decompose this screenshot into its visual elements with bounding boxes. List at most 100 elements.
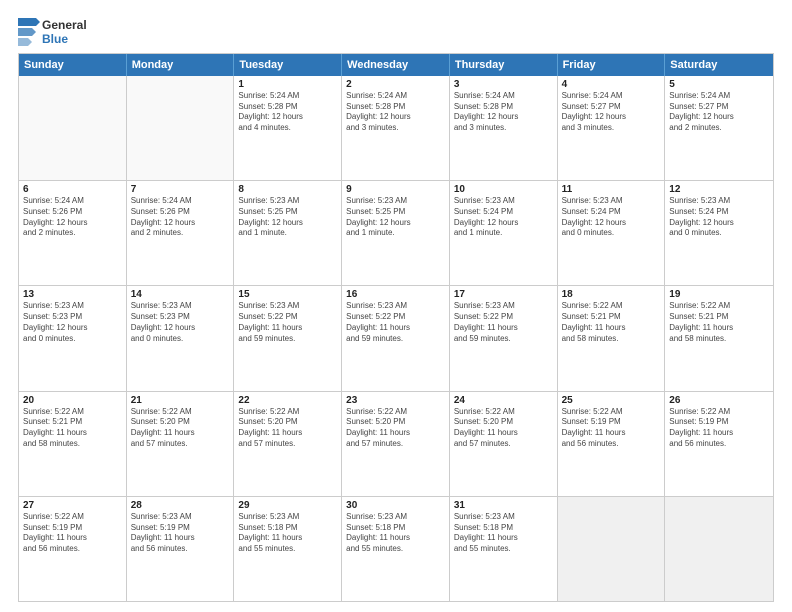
cell-text-line: Sunrise: 5:23 AM bbox=[131, 512, 230, 523]
cell-text-line: and 57 minutes. bbox=[346, 439, 445, 450]
cell-text-line: Sunrise: 5:23 AM bbox=[238, 301, 337, 312]
logo-text: General Blue bbox=[42, 18, 87, 47]
header-row: General Blue bbox=[18, 14, 774, 47]
calendar-cell bbox=[19, 76, 127, 180]
cell-text-line: Sunset: 5:25 PM bbox=[238, 207, 337, 218]
cell-text-line: Sunrise: 5:24 AM bbox=[238, 91, 337, 102]
cell-text-line: Sunset: 5:26 PM bbox=[131, 207, 230, 218]
cell-text-line: Daylight: 12 hours bbox=[131, 218, 230, 229]
day-number: 15 bbox=[238, 289, 337, 300]
cell-text-line: and 59 minutes. bbox=[454, 334, 553, 345]
cell-text-line: Sunset: 5:23 PM bbox=[23, 312, 122, 323]
logo-blue: Blue bbox=[42, 32, 87, 46]
day-number: 13 bbox=[23, 289, 122, 300]
logo: General Blue bbox=[18, 18, 87, 47]
calendar-cell: 11Sunrise: 5:23 AMSunset: 5:24 PMDayligh… bbox=[558, 181, 666, 285]
day-number: 1 bbox=[238, 79, 337, 90]
calendar-cell: 21Sunrise: 5:22 AMSunset: 5:20 PMDayligh… bbox=[127, 392, 235, 496]
calendar-cell: 19Sunrise: 5:22 AMSunset: 5:21 PMDayligh… bbox=[665, 286, 773, 390]
day-number: 3 bbox=[454, 79, 553, 90]
cell-text-line: Sunrise: 5:24 AM bbox=[23, 196, 122, 207]
calendar-cell: 18Sunrise: 5:22 AMSunset: 5:21 PMDayligh… bbox=[558, 286, 666, 390]
day-number: 16 bbox=[346, 289, 445, 300]
cell-text-line: and 3 minutes. bbox=[454, 123, 553, 134]
header-day-monday: Monday bbox=[127, 54, 235, 76]
cell-text-line: and 55 minutes. bbox=[238, 544, 337, 555]
cell-text-line: Daylight: 12 hours bbox=[669, 218, 769, 229]
cell-text-line: Sunset: 5:20 PM bbox=[454, 417, 553, 428]
day-number: 7 bbox=[131, 184, 230, 195]
cell-text-line: Sunset: 5:22 PM bbox=[454, 312, 553, 323]
cell-text-line: Daylight: 12 hours bbox=[562, 218, 661, 229]
cell-text-line: Daylight: 12 hours bbox=[23, 323, 122, 334]
cell-text-line: and 0 minutes. bbox=[669, 228, 769, 239]
header-day-sunday: Sunday bbox=[19, 54, 127, 76]
cell-text-line: and 56 minutes. bbox=[23, 544, 122, 555]
cell-text-line: and 3 minutes. bbox=[346, 123, 445, 134]
logo-general: General bbox=[42, 18, 87, 32]
cell-text-line: Daylight: 11 hours bbox=[131, 428, 230, 439]
calendar-cell: 15Sunrise: 5:23 AMSunset: 5:22 PMDayligh… bbox=[234, 286, 342, 390]
cell-text-line: and 0 minutes. bbox=[562, 228, 661, 239]
cell-text-line: Daylight: 11 hours bbox=[562, 323, 661, 334]
calendar-cell: 14Sunrise: 5:23 AMSunset: 5:23 PMDayligh… bbox=[127, 286, 235, 390]
cell-text-line: Sunset: 5:21 PM bbox=[562, 312, 661, 323]
cell-text-line: Sunset: 5:21 PM bbox=[669, 312, 769, 323]
cell-text-line: Sunset: 5:18 PM bbox=[454, 523, 553, 534]
cell-text-line: Sunrise: 5:23 AM bbox=[23, 301, 122, 312]
day-number: 17 bbox=[454, 289, 553, 300]
cell-text-line: Sunset: 5:19 PM bbox=[131, 523, 230, 534]
cell-text-line: Sunrise: 5:22 AM bbox=[346, 407, 445, 418]
cell-text-line: Sunset: 5:25 PM bbox=[346, 207, 445, 218]
cell-text-line: Daylight: 12 hours bbox=[238, 112, 337, 123]
cell-text-line: Sunset: 5:28 PM bbox=[346, 102, 445, 113]
calendar-cell: 8Sunrise: 5:23 AMSunset: 5:25 PMDaylight… bbox=[234, 181, 342, 285]
cell-text-line: Daylight: 11 hours bbox=[238, 533, 337, 544]
cell-text-line: Sunset: 5:20 PM bbox=[131, 417, 230, 428]
cell-text-line: and 57 minutes. bbox=[238, 439, 337, 450]
day-number: 6 bbox=[23, 184, 122, 195]
calendar-cell: 10Sunrise: 5:23 AMSunset: 5:24 PMDayligh… bbox=[450, 181, 558, 285]
day-number: 4 bbox=[562, 79, 661, 90]
calendar-cell: 25Sunrise: 5:22 AMSunset: 5:19 PMDayligh… bbox=[558, 392, 666, 496]
calendar-cell bbox=[127, 76, 235, 180]
calendar-cell: 24Sunrise: 5:22 AMSunset: 5:20 PMDayligh… bbox=[450, 392, 558, 496]
day-number: 20 bbox=[23, 395, 122, 406]
cell-text-line: and 4 minutes. bbox=[238, 123, 337, 134]
cell-text-line: Daylight: 12 hours bbox=[562, 112, 661, 123]
cell-text-line: and 2 minutes. bbox=[669, 123, 769, 134]
cell-text-line: Daylight: 11 hours bbox=[23, 428, 122, 439]
calendar-cell: 7Sunrise: 5:24 AMSunset: 5:26 PMDaylight… bbox=[127, 181, 235, 285]
cell-text-line: and 56 minutes. bbox=[131, 544, 230, 555]
cell-text-line: Sunset: 5:20 PM bbox=[346, 417, 445, 428]
day-number: 27 bbox=[23, 500, 122, 511]
cell-text-line: Sunrise: 5:22 AM bbox=[669, 301, 769, 312]
cell-text-line: Daylight: 11 hours bbox=[346, 428, 445, 439]
logo-icon bbox=[18, 18, 40, 46]
cell-text-line: Sunrise: 5:24 AM bbox=[346, 91, 445, 102]
cell-text-line: Sunrise: 5:23 AM bbox=[454, 301, 553, 312]
calendar-row-3: 20Sunrise: 5:22 AMSunset: 5:21 PMDayligh… bbox=[19, 391, 773, 496]
calendar-body: 1Sunrise: 5:24 AMSunset: 5:28 PMDaylight… bbox=[19, 76, 773, 601]
day-number: 29 bbox=[238, 500, 337, 511]
cell-text-line: Sunset: 5:23 PM bbox=[131, 312, 230, 323]
calendar-cell: 23Sunrise: 5:22 AMSunset: 5:20 PMDayligh… bbox=[342, 392, 450, 496]
cell-text-line: Sunset: 5:20 PM bbox=[238, 417, 337, 428]
cell-text-line: Sunrise: 5:23 AM bbox=[346, 301, 445, 312]
calendar-cell: 13Sunrise: 5:23 AMSunset: 5:23 PMDayligh… bbox=[19, 286, 127, 390]
calendar-cell: 20Sunrise: 5:22 AMSunset: 5:21 PMDayligh… bbox=[19, 392, 127, 496]
cell-text-line: Daylight: 12 hours bbox=[454, 218, 553, 229]
cell-text-line: Sunrise: 5:23 AM bbox=[238, 196, 337, 207]
cell-text-line: Daylight: 11 hours bbox=[346, 533, 445, 544]
cell-text-line: Sunrise: 5:23 AM bbox=[454, 512, 553, 523]
cell-text-line: and 58 minutes. bbox=[669, 334, 769, 345]
cell-text-line: Daylight: 12 hours bbox=[669, 112, 769, 123]
cell-text-line: Sunrise: 5:24 AM bbox=[454, 91, 553, 102]
cell-text-line: and 57 minutes. bbox=[131, 439, 230, 450]
cell-text-line: and 58 minutes. bbox=[23, 439, 122, 450]
cell-text-line: Daylight: 12 hours bbox=[23, 218, 122, 229]
calendar-row-2: 13Sunrise: 5:23 AMSunset: 5:23 PMDayligh… bbox=[19, 285, 773, 390]
cell-text-line: Daylight: 11 hours bbox=[23, 533, 122, 544]
calendar-cell: 6Sunrise: 5:24 AMSunset: 5:26 PMDaylight… bbox=[19, 181, 127, 285]
cell-text-line: Daylight: 11 hours bbox=[669, 323, 769, 334]
